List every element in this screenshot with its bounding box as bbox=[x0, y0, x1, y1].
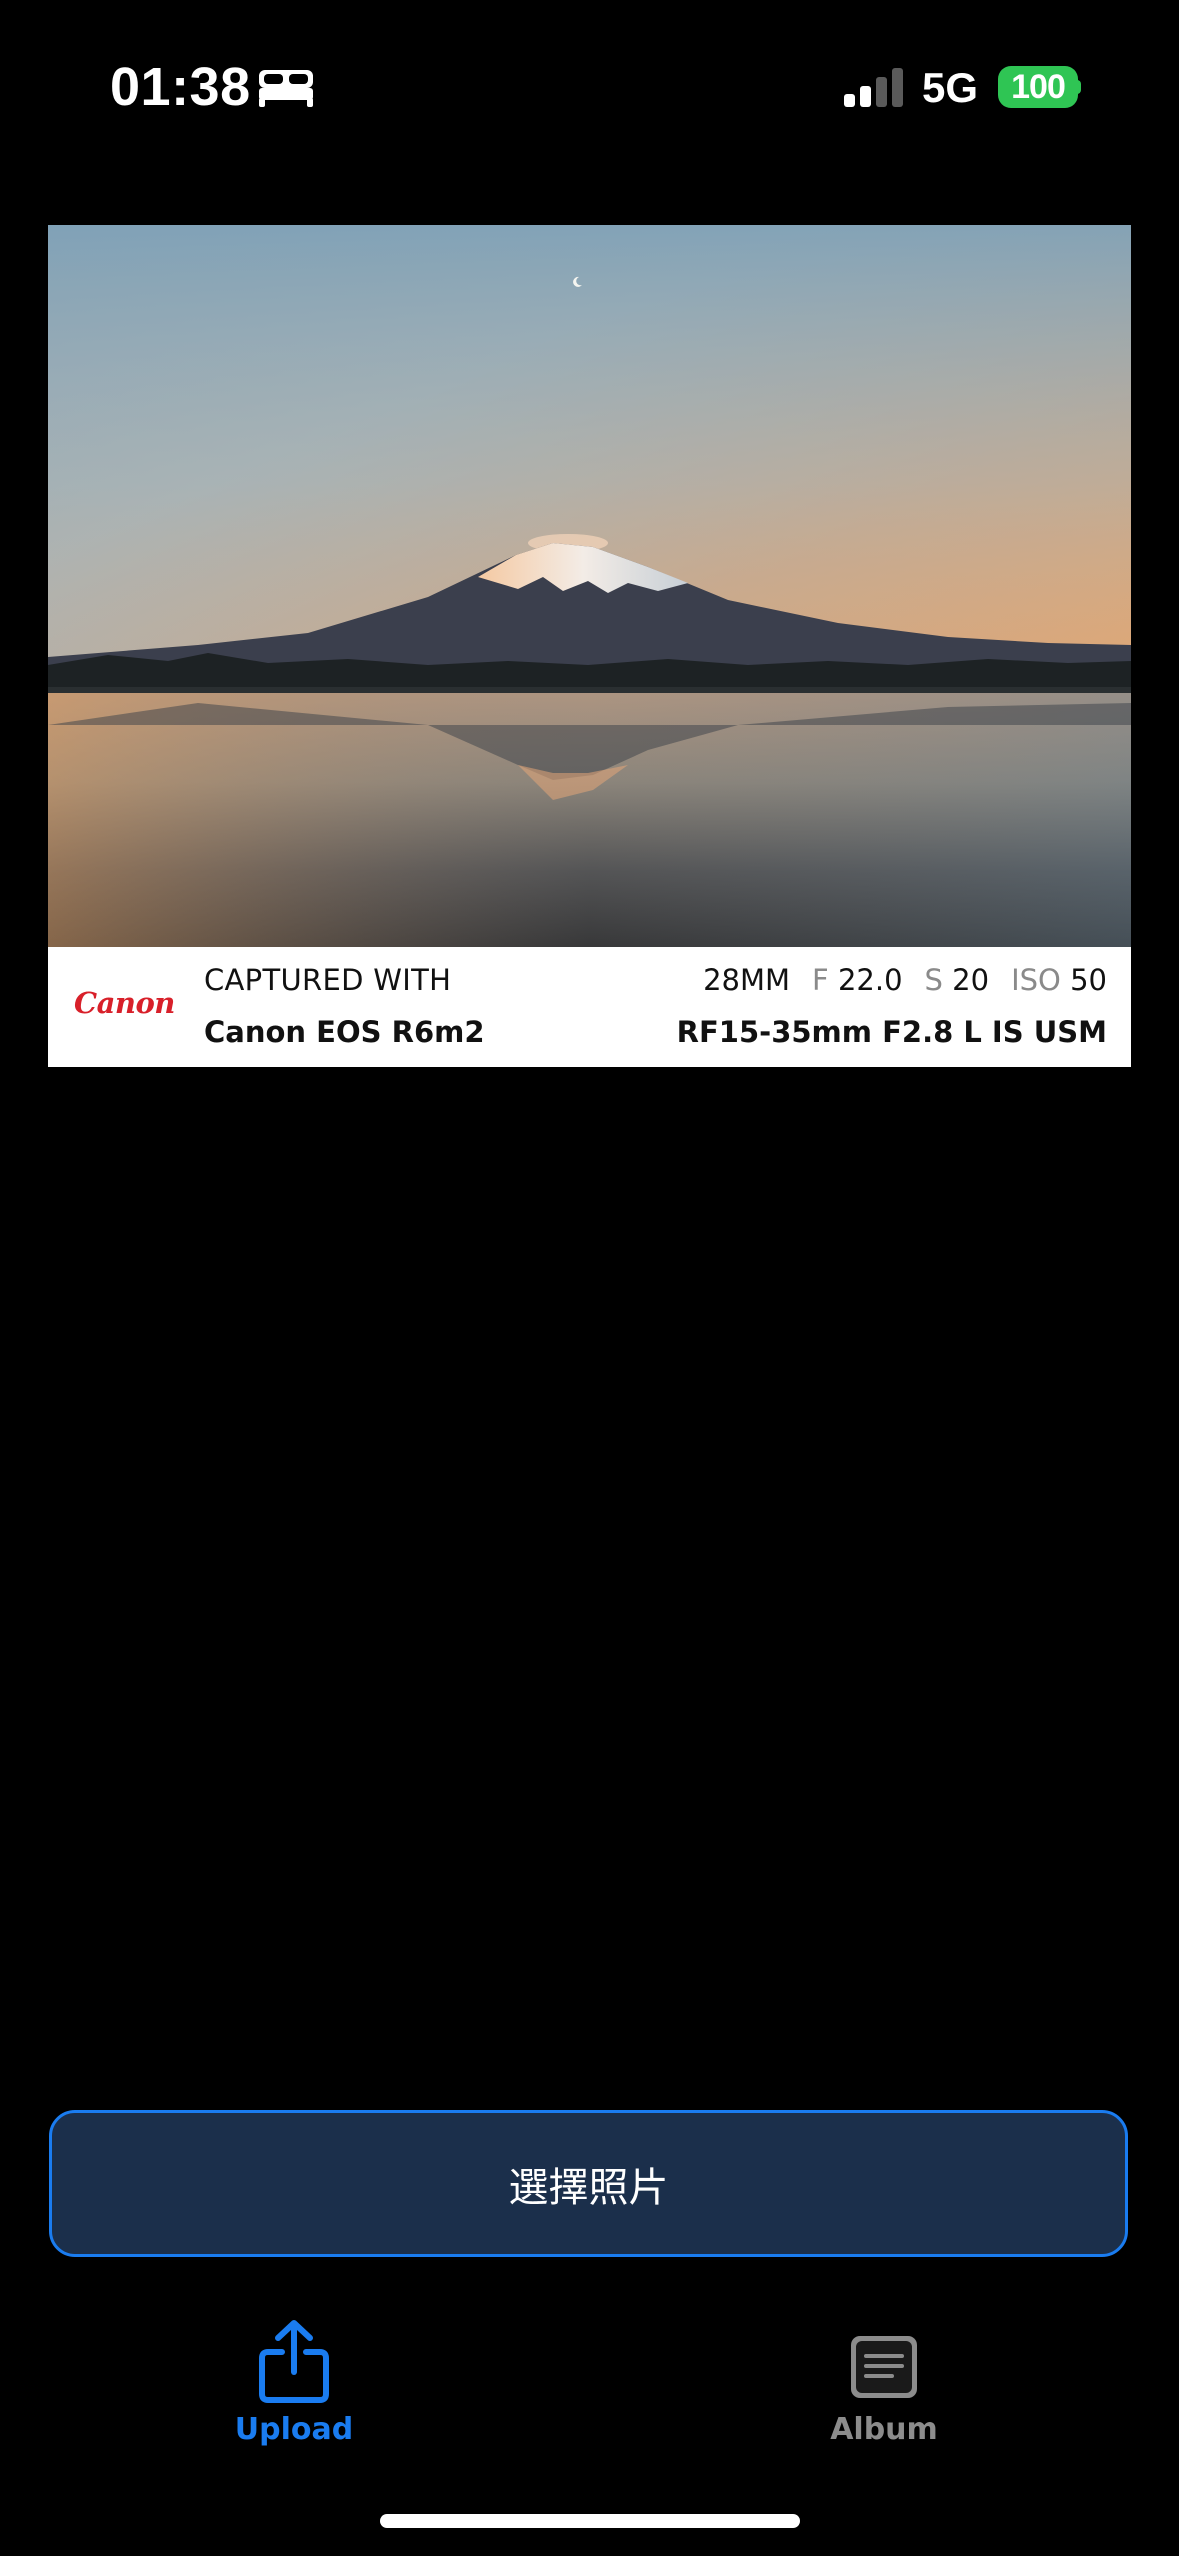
iso-label: ISO bbox=[1011, 963, 1061, 997]
tab-bar: Upload Album bbox=[0, 2310, 1179, 2470]
status-time: 01:38 bbox=[110, 57, 251, 117]
aperture-label: F bbox=[812, 963, 829, 997]
tab-album-label: Album bbox=[830, 2412, 938, 2447]
battery-cap bbox=[1076, 80, 1081, 94]
exposure-settings: 28MM F 22.0 S 20 ISO 50 bbox=[703, 963, 1107, 997]
focal-length: 28MM bbox=[703, 963, 791, 997]
cellular-signal-icon bbox=[844, 68, 903, 107]
camera-model: Canon EOS R6m2 bbox=[204, 1015, 485, 1049]
shutter-label: S bbox=[924, 963, 943, 997]
photo-card[interactable]: Canon CAPTURED WITH Canon EOS R6m2 28MM F… bbox=[48, 225, 1131, 1067]
shutter-value: 20 bbox=[952, 963, 990, 997]
status-bar: 01:38 5G 100 bbox=[0, 0, 1179, 150]
home-indicator[interactable] bbox=[380, 2514, 800, 2528]
tab-album[interactable]: Album bbox=[734, 2310, 1034, 2470]
bed-icon bbox=[259, 70, 313, 107]
tab-upload[interactable]: Upload bbox=[144, 2310, 444, 2470]
mountain-lake-image bbox=[48, 225, 1131, 947]
share-upload-icon bbox=[259, 2320, 329, 2403]
aperture-value: 22.0 bbox=[837, 963, 903, 997]
iso-value: 50 bbox=[1070, 963, 1107, 997]
landscape-photo bbox=[48, 225, 1131, 947]
lens-model: RF15-35mm F2.8 L IS USM bbox=[676, 1015, 1107, 1049]
captured-with-label: CAPTURED WITH bbox=[204, 963, 452, 997]
canon-logo: Canon bbox=[74, 986, 175, 1020]
network-type: 5G bbox=[922, 64, 979, 111]
album-list-icon bbox=[851, 2336, 917, 2398]
battery-indicator: 100 bbox=[998, 66, 1078, 108]
select-photo-button[interactable]: 選擇照片 bbox=[49, 2110, 1128, 2257]
tab-upload-label: Upload bbox=[234, 2412, 354, 2447]
exif-info-bar: Canon CAPTURED WITH Canon EOS R6m2 28MM F… bbox=[48, 947, 1131, 1067]
